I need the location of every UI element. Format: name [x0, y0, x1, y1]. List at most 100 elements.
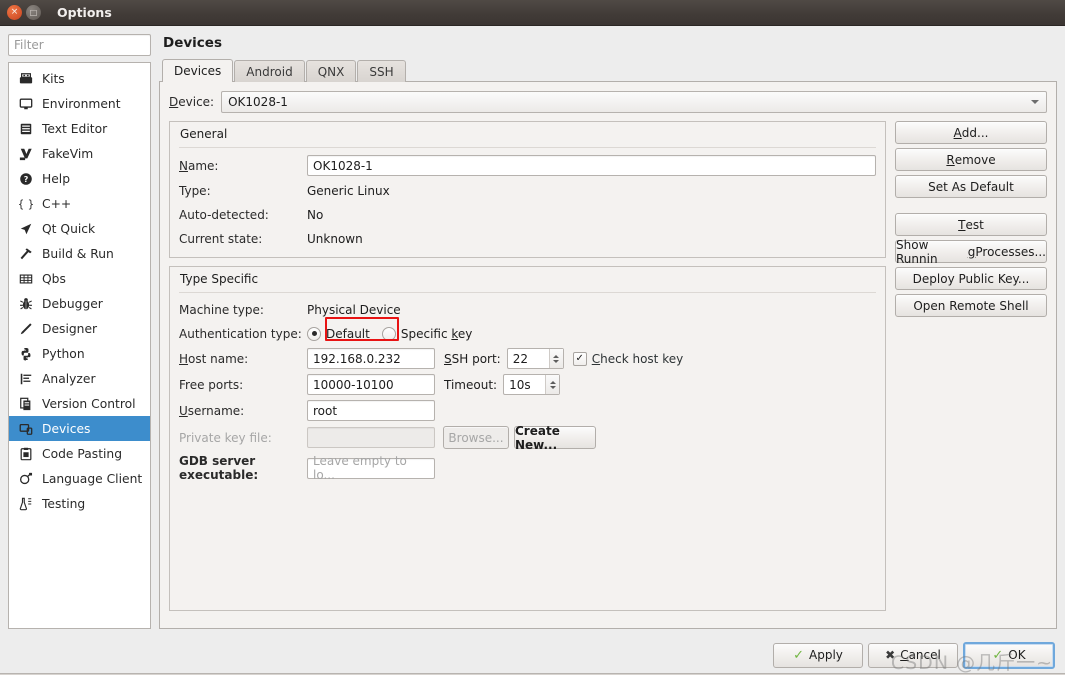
gdb-server-placeholder: Leave empty to lo...	[313, 454, 407, 482]
machine-type-label: Machine type:	[179, 302, 264, 317]
sidebar-item-kits[interactable]: Kits	[9, 66, 150, 91]
device-combobox[interactable]: OK1028-1	[221, 91, 1047, 113]
tab-pane-devices: Device: OK1028-1 General Name: OK1028-1 …	[159, 81, 1057, 629]
window-title: Options	[57, 5, 112, 20]
sidebar-item-devices[interactable]: Devices	[9, 416, 150, 441]
free-ports-input[interactable]: 10000-10100	[307, 374, 435, 395]
deploy-public-key-button[interactable]: Deploy Public Key...	[895, 267, 1047, 290]
sidebar-item-build-run[interactable]: Build & Run	[9, 241, 150, 266]
braces-icon: { }	[18, 196, 33, 211]
sidebar-item-environment[interactable]: Environment	[9, 91, 150, 116]
apply-button[interactable]: ✓ Apply	[773, 642, 863, 668]
general-group: General Name: OK1028-1 Type: Generic Lin…	[169, 121, 886, 258]
browse-button[interactable]: Browse...	[443, 426, 509, 449]
radio-default-label: Default	[326, 326, 370, 341]
radio-specific-key[interactable]: Specific key	[381, 326, 473, 341]
name-label: Name:	[179, 158, 219, 173]
sidebar-item-code-pasting[interactable]: Code Pasting	[9, 441, 150, 466]
cancel-button[interactable]: ✖ Cancel	[868, 642, 958, 668]
button-label-mnemonic: A	[953, 125, 962, 140]
sidebar-item-label: Language Client	[42, 471, 143, 486]
gdb-server-input[interactable]: Leave empty to lo...	[307, 454, 435, 482]
pencil-icon	[18, 321, 33, 336]
open-remote-shell-button[interactable]: Open Remote Shell	[895, 294, 1047, 317]
maximize-button[interactable]: □	[26, 5, 41, 20]
show-running-processes-button[interactable]: Show Runnin g Processes...	[895, 238, 1047, 266]
autodetected-row: Auto-detected: No	[179, 205, 876, 224]
tab-label: QNX	[317, 64, 345, 79]
svg-text:{ }: { }	[19, 198, 33, 210]
button-label-prefix: Deploy Public Key...	[912, 271, 1030, 286]
sidebar-item-c[interactable]: { } C++	[9, 191, 150, 216]
radio-specific-key-indicator	[381, 326, 396, 341]
panel-split: General Name: OK1028-1 Type: Generic Lin…	[169, 121, 1047, 619]
chevron-down-icon	[1031, 100, 1039, 104]
gdb-server-row: GDB server executable: Leave empty to lo…	[179, 454, 876, 482]
tab-strip[interactable]: Devices Android QNX SSH	[162, 59, 1057, 82]
check-host-key-checkbox[interactable]: ✓ Check host key	[572, 351, 683, 366]
add-button[interactable]: Add...	[895, 121, 1047, 144]
sidebar-item-analyzer[interactable]: Analyzer	[9, 366, 150, 391]
host-name-input[interactable]: 192.168.0.232	[307, 348, 435, 369]
ssh-port-spinbox[interactable]: 22	[506, 348, 564, 369]
check-icon-ok: ✓	[992, 647, 1004, 663]
dialog-button-bar: ✓ Apply ✖ Cancel ✓ OK CSDN @几斤一~	[0, 637, 1065, 674]
machine-type-value: Physical Device	[307, 302, 401, 317]
sidebar-item-debugger[interactable]: Debugger	[9, 291, 150, 316]
sidebar-item-label: Devices	[42, 421, 91, 436]
svg-text:?: ?	[23, 175, 28, 184]
device-action-buttons[interactable]: Add... Remove Set As Default Test Show Runni…	[895, 121, 1047, 619]
set-as-default-button[interactable]: Set As Default	[895, 175, 1047, 198]
type-specific-group-title: Type Specific	[180, 272, 259, 286]
sidebar-item-text-editor[interactable]: Text Editor	[9, 116, 150, 141]
machine-type-row: Machine type: Physical Device	[179, 300, 876, 319]
tab-qnx[interactable]: QNX	[305, 60, 357, 82]
sidebar-item-language-client[interactable]: Language Client	[9, 466, 150, 491]
radio-specific-key-label: Specific key	[400, 326, 473, 341]
button-label-prefix: Set As Default	[928, 179, 1014, 194]
close-button[interactable]: ×	[7, 5, 22, 20]
sidebar-item-version-control[interactable]: Version Control	[9, 391, 150, 416]
username-input[interactable]: root	[307, 400, 435, 421]
sidebar-item-label: Kits	[42, 71, 65, 86]
sidebar-item-fakevim[interactable]: FakeVim	[9, 141, 150, 166]
sidebar-item-testing[interactable]: Testing	[9, 491, 150, 516]
private-key-row: Private key file: Browse... Create New..…	[179, 424, 876, 452]
type-row: Type: Generic Linux	[179, 181, 876, 200]
sidebar-item-python[interactable]: Python	[9, 341, 150, 366]
create-new-button[interactable]: Create New...	[514, 424, 596, 452]
name-input[interactable]: OK1028-1	[307, 155, 876, 176]
category-list[interactable]: Kits Environment Text Editor FakeVim? Help { …	[8, 62, 151, 629]
filter-placeholder: Filter	[14, 38, 44, 52]
device-selector-row: Device: OK1028-1	[169, 91, 1047, 113]
sidebar-item-qbs[interactable]: Qbs	[9, 266, 150, 291]
remove-button[interactable]: Remove	[895, 148, 1047, 171]
filter-input[interactable]: Filter	[8, 34, 151, 56]
timeout-stepper[interactable]	[545, 375, 560, 394]
type-value: Generic Linux	[307, 183, 390, 198]
username-label: Username:	[179, 403, 245, 418]
radio-default[interactable]: Default	[307, 326, 370, 341]
sidebar-item-qt-quick[interactable]: Qt Quick	[9, 216, 150, 241]
fakevim-icon	[18, 146, 33, 161]
ssh-port-stepper[interactable]	[548, 349, 563, 368]
autodetected-label: Auto-detected:	[179, 207, 269, 222]
sidebar-item-help[interactable]: ? Help	[9, 166, 150, 191]
tab-ssh[interactable]: SSH	[357, 60, 406, 82]
current-state-value: Unknown	[307, 231, 363, 246]
test-button[interactable]: Test	[895, 213, 1047, 236]
sidebar-item-designer[interactable]: Designer	[9, 316, 150, 341]
analyzer-icon	[18, 371, 33, 386]
ssh-port-value: 22	[512, 351, 529, 366]
page-title: Devices	[163, 35, 222, 51]
options-window: × □ Options Filter Kits Environment Text E…	[0, 0, 1065, 674]
devices-icon	[18, 421, 33, 436]
device-form: General Name: OK1028-1 Type: Generic Lin…	[169, 121, 886, 619]
tab-android[interactable]: Android	[234, 60, 305, 82]
ok-button[interactable]: ✓ OK	[963, 641, 1055, 669]
sidebar-item-label: Debugger	[42, 296, 103, 311]
tab-devices[interactable]: Devices	[162, 59, 234, 82]
timeout-spinbox[interactable]: 10s	[503, 374, 561, 395]
text-editor-icon	[18, 121, 33, 136]
private-key-input[interactable]	[307, 427, 435, 448]
